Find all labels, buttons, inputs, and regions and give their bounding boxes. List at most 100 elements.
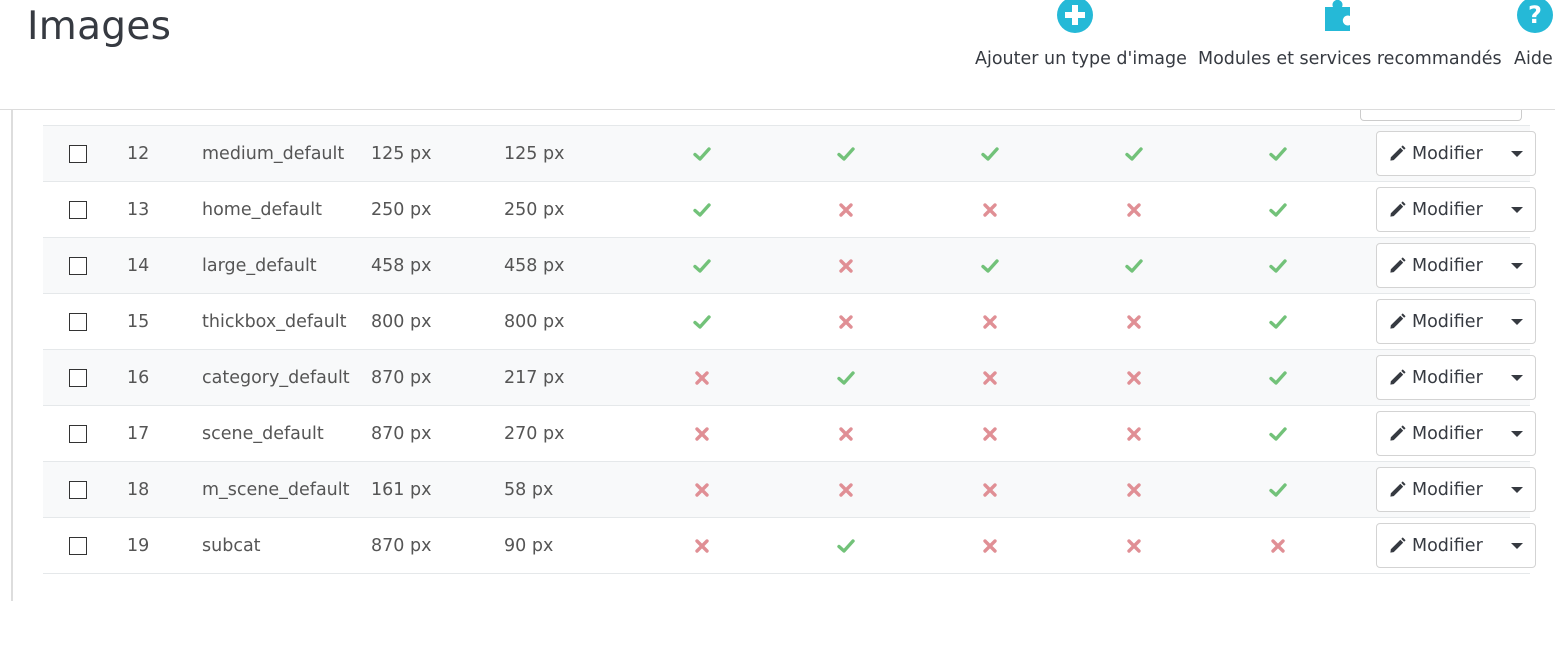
add-circle-icon bbox=[1057, 0, 1093, 33]
cross-icon[interactable] bbox=[693, 425, 711, 443]
action-dropdown-toggle[interactable] bbox=[1506, 188, 1535, 231]
edit-button[interactable]: Modifier bbox=[1377, 300, 1506, 343]
cross-icon[interactable] bbox=[1125, 369, 1143, 387]
stores-flag-cell bbox=[1206, 182, 1350, 238]
cross-icon[interactable] bbox=[837, 425, 855, 443]
check-icon[interactable] bbox=[693, 257, 711, 275]
cross-icon[interactable] bbox=[981, 481, 999, 499]
products-flag-cell bbox=[630, 126, 774, 182]
check-icon[interactable] bbox=[981, 145, 999, 163]
cross-icon[interactable] bbox=[837, 313, 855, 331]
cross-icon[interactable] bbox=[1125, 425, 1143, 443]
caret-down-icon bbox=[1510, 150, 1523, 157]
check-icon[interactable] bbox=[981, 257, 999, 275]
check-icon[interactable] bbox=[1269, 201, 1287, 219]
check-icon[interactable] bbox=[1125, 145, 1143, 163]
name-cell: large_default bbox=[202, 255, 317, 276]
check-icon[interactable] bbox=[1269, 257, 1287, 275]
action-dropdown-toggle[interactable] bbox=[1506, 132, 1535, 175]
cross-icon[interactable] bbox=[1269, 537, 1287, 555]
cross-icon[interactable] bbox=[837, 481, 855, 499]
edit-button[interactable]: Modifier bbox=[1377, 132, 1506, 175]
pencil-icon bbox=[1390, 481, 1406, 497]
action-dropdown-toggle[interactable] bbox=[1506, 412, 1535, 455]
check-icon[interactable] bbox=[837, 369, 855, 387]
row-action-group: Modifier bbox=[1376, 523, 1536, 568]
height-cell: 217 px bbox=[504, 367, 565, 388]
action-dropdown-toggle[interactable] bbox=[1506, 300, 1535, 343]
suppliers-flag-cell bbox=[1062, 406, 1206, 462]
add-image-type-button[interactable]: Ajouter un type d'image bbox=[975, 0, 1187, 80]
name-cell: thickbox_default bbox=[202, 311, 347, 332]
check-icon[interactable] bbox=[693, 145, 711, 163]
cross-icon[interactable] bbox=[837, 257, 855, 275]
cross-icon[interactable] bbox=[693, 481, 711, 499]
cross-icon[interactable] bbox=[1125, 537, 1143, 555]
row-checkbox[interactable] bbox=[69, 368, 87, 387]
row-checkbox[interactable] bbox=[69, 536, 87, 555]
manufacturers-flag-cell bbox=[918, 182, 1062, 238]
edit-button[interactable]: Modifier bbox=[1377, 188, 1506, 231]
check-icon[interactable] bbox=[693, 201, 711, 219]
cross-icon[interactable] bbox=[981, 201, 999, 219]
row-checkbox[interactable] bbox=[69, 256, 87, 275]
action-dropdown-toggle[interactable] bbox=[1506, 524, 1535, 567]
suppliers-flag-cell bbox=[1062, 350, 1206, 406]
cross-icon[interactable] bbox=[1125, 201, 1143, 219]
check-icon[interactable] bbox=[1269, 313, 1287, 331]
cross-icon[interactable] bbox=[981, 313, 999, 331]
recommended-modules-button[interactable]: Modules et services recommandés bbox=[1198, 0, 1502, 80]
table-row: 18 m_scene_default 161 px 58 px Modifier bbox=[43, 461, 1536, 518]
check-icon[interactable] bbox=[1125, 257, 1143, 275]
cross-icon[interactable] bbox=[981, 537, 999, 555]
check-icon[interactable] bbox=[1269, 145, 1287, 163]
puzzle-icon bbox=[1325, 0, 1350, 31]
caret-down-icon bbox=[1510, 486, 1523, 493]
edit-button[interactable]: Modifier bbox=[1377, 356, 1506, 399]
edit-button-label: Modifier bbox=[1412, 367, 1483, 388]
edit-button[interactable]: Modifier bbox=[1377, 524, 1506, 567]
name-cell: category_default bbox=[202, 367, 350, 388]
action-dropdown-toggle[interactable] bbox=[1506, 356, 1535, 399]
check-icon[interactable] bbox=[693, 313, 711, 331]
check-icon[interactable] bbox=[837, 145, 855, 163]
row-checkbox[interactable] bbox=[69, 424, 87, 443]
categories-flag-cell bbox=[774, 126, 918, 182]
action-dropdown-toggle[interactable] bbox=[1506, 468, 1535, 511]
stores-flag-cell bbox=[1206, 350, 1350, 406]
cross-icon[interactable] bbox=[1125, 481, 1143, 499]
check-icon[interactable] bbox=[837, 537, 855, 555]
edit-button[interactable]: Modifier bbox=[1377, 244, 1506, 287]
row-action-group: Modifier bbox=[1376, 355, 1536, 400]
table-row: 16 category_default 870 px 217 px Modifier bbox=[43, 349, 1536, 406]
cross-icon[interactable] bbox=[693, 369, 711, 387]
cross-icon[interactable] bbox=[837, 201, 855, 219]
row-checkbox[interactable] bbox=[69, 144, 87, 163]
check-icon[interactable] bbox=[1269, 425, 1287, 443]
cross-icon[interactable] bbox=[981, 369, 999, 387]
edit-button[interactable]: Modifier bbox=[1377, 468, 1506, 511]
cross-icon[interactable] bbox=[693, 537, 711, 555]
row-select-cell bbox=[43, 238, 127, 294]
check-icon[interactable] bbox=[1269, 369, 1287, 387]
edit-button-label: Modifier bbox=[1412, 311, 1483, 332]
row-checkbox[interactable] bbox=[69, 200, 87, 219]
help-button[interactable]: ? Aide bbox=[1514, 0, 1555, 80]
caret-down-icon bbox=[1510, 262, 1523, 269]
edit-button[interactable]: Modifier bbox=[1377, 412, 1506, 455]
suppliers-flag-cell bbox=[1062, 238, 1206, 294]
table-row: 17 scene_default 870 px 270 px Modifier bbox=[43, 405, 1536, 462]
cross-icon[interactable] bbox=[981, 425, 999, 443]
table-row: 15 thickbox_default 800 px 800 px Modifier bbox=[43, 293, 1536, 350]
action-dropdown-toggle[interactable] bbox=[1506, 244, 1535, 287]
row-select-cell bbox=[43, 406, 127, 462]
stores-flag-cell bbox=[1206, 294, 1350, 350]
page-title: Images bbox=[27, 4, 172, 49]
cross-icon[interactable] bbox=[1125, 313, 1143, 331]
row-checkbox[interactable] bbox=[69, 312, 87, 331]
check-icon[interactable] bbox=[1269, 481, 1287, 499]
width-cell: 125 px bbox=[371, 143, 432, 164]
pencil-icon bbox=[1390, 369, 1406, 385]
row-checkbox[interactable] bbox=[69, 480, 87, 499]
pencil-icon bbox=[1390, 201, 1406, 217]
